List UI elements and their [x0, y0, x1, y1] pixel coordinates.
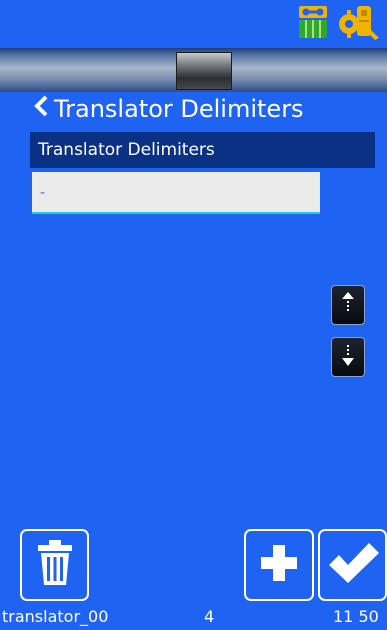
move-down-button[interactable]	[331, 337, 365, 377]
page-title: Translator Delimiters	[54, 95, 304, 123]
cassette-battery-icon[interactable]	[297, 4, 333, 44]
footer-time: 11 50	[333, 607, 379, 626]
trash-icon	[35, 539, 75, 591]
move-up-button[interactable]	[331, 285, 365, 325]
drawer-handle[interactable]	[176, 52, 232, 90]
footer-name: translator_00	[2, 607, 109, 626]
list-header: Translator Delimiters	[30, 132, 375, 168]
footer-status: translator_00 4 11 50	[0, 603, 387, 630]
plus-icon	[257, 541, 301, 589]
printhead-wrench-icon[interactable]	[337, 2, 381, 46]
top-status-bar	[0, 0, 387, 48]
delimiter-input[interactable]	[32, 172, 320, 214]
move-up-icon	[340, 290, 356, 320]
status-icons	[297, 3, 381, 45]
chevron-left-icon	[34, 95, 48, 123]
add-button[interactable]	[244, 529, 314, 601]
footer-count: 4	[204, 607, 215, 626]
back-navigation[interactable]: Translator Delimiters	[34, 94, 304, 124]
check-icon	[325, 539, 381, 591]
delete-button[interactable]	[20, 529, 89, 601]
move-down-icon	[340, 342, 356, 372]
confirm-button[interactable]	[318, 529, 387, 601]
